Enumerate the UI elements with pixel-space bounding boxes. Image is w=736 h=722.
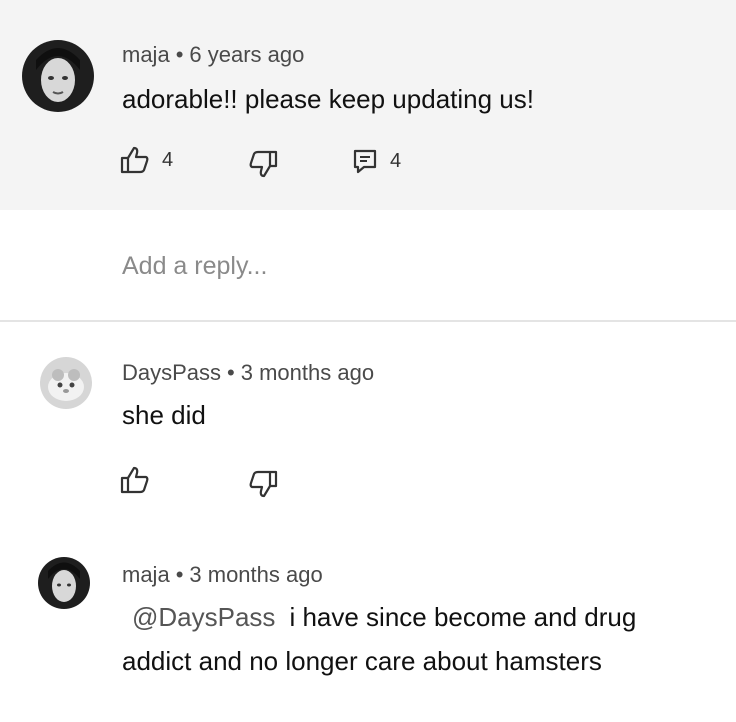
timestamp[interactable]: 3 months ago [241, 360, 374, 385]
thumbs-down-icon [248, 470, 278, 498]
comment-text-line: i have since become and drug [289, 602, 637, 632]
avatar[interactable] [22, 40, 94, 112]
separator-dot: • [175, 562, 184, 587]
author-name[interactable]: maja [122, 562, 170, 587]
mention-link[interactable]: @DaysPass [132, 602, 275, 632]
thumbs-down-icon [248, 150, 278, 178]
reply-placeholder[interactable]: Add a reply... [122, 252, 267, 281]
comment-text: adorable!! please keep updating us! [122, 84, 534, 114]
reply-count: 4 [390, 149, 402, 172]
timestamp[interactable]: 6 years ago [189, 42, 304, 67]
dislike-button[interactable] [248, 150, 278, 178]
reply-input[interactable] [0, 210, 736, 322]
replies-button[interactable]: 4 [352, 148, 401, 174]
comment-text: she did [122, 400, 206, 430]
avatar[interactable] [38, 557, 90, 609]
comment-text: @DaysPass i have since become and drug [132, 602, 636, 633]
like-button[interactable]: 4 [120, 146, 173, 174]
author-name[interactable]: maja [122, 42, 170, 67]
author-name[interactable]: DaysPass [122, 360, 221, 385]
like-button[interactable] [120, 466, 150, 494]
thumbs-up-icon [120, 466, 150, 494]
like-count: 4 [162, 148, 174, 171]
reply-icon [352, 148, 378, 174]
dislike-button[interactable] [248, 470, 278, 498]
comment-meta: maja • 6 years ago [122, 42, 304, 68]
comment-text-line: addict and no longer care about hamsters [122, 646, 602, 676]
comment-thread: maja • 6 years ago adorable!! please keep … [0, 0, 736, 722]
avatar[interactable] [40, 357, 92, 409]
separator-dot: • [227, 360, 235, 385]
separator-dot: • [175, 42, 184, 67]
comment-meta: DaysPass • 3 months ago [122, 360, 374, 386]
thumbs-up-icon [120, 146, 150, 174]
comment-meta: maja • 3 months ago [122, 562, 323, 588]
timestamp[interactable]: 3 months ago [189, 562, 322, 587]
